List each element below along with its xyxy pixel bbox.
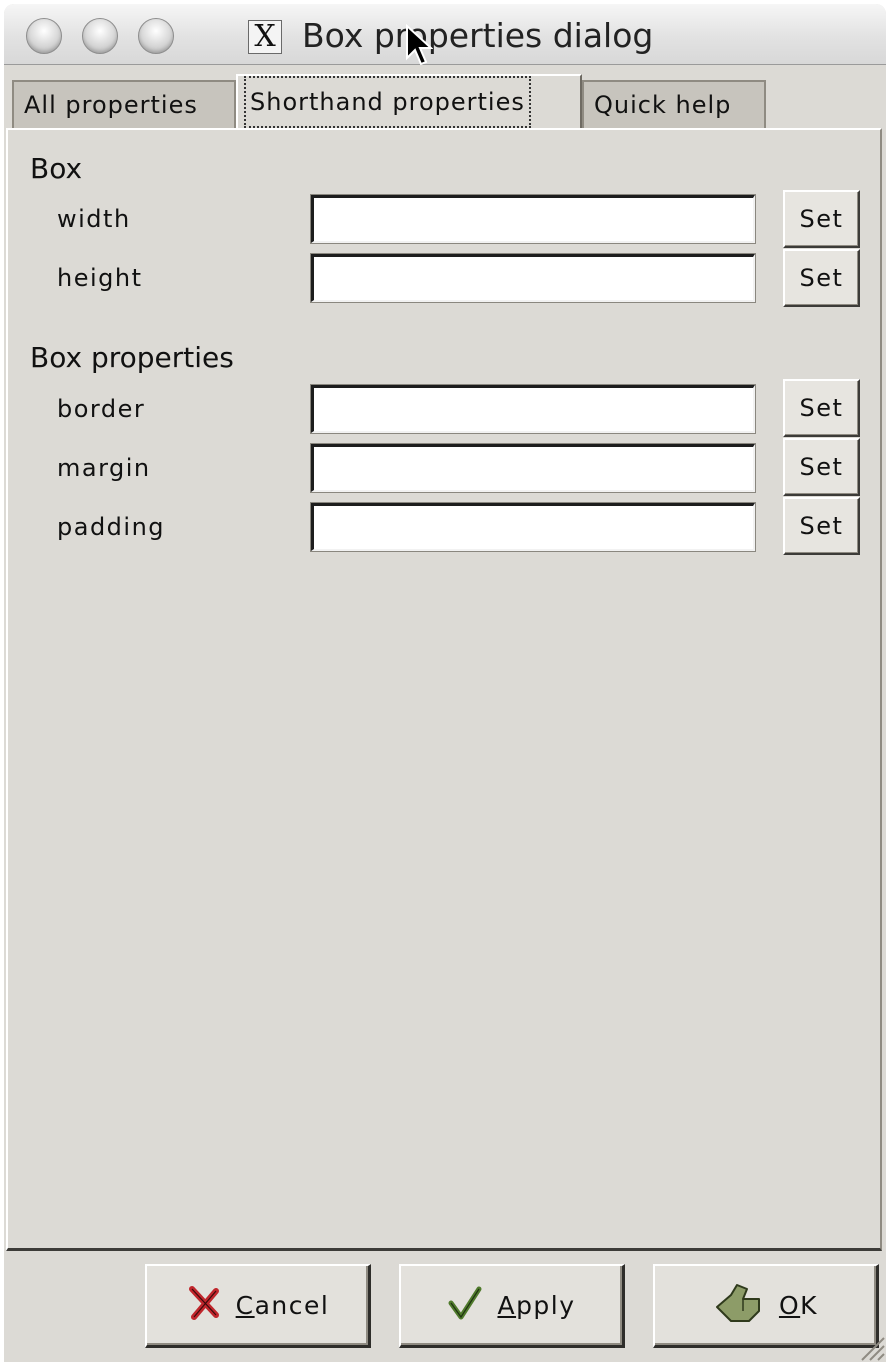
set-border-button[interactable]: Set bbox=[783, 379, 860, 437]
border-field[interactable] bbox=[310, 384, 756, 434]
mouse-pointer-icon bbox=[406, 24, 433, 66]
tab-strip: All properties Shorthand properties Quic… bbox=[4, 64, 886, 136]
close-window-button[interactable] bbox=[26, 18, 62, 54]
section-heading-box-properties: Box properties bbox=[30, 341, 234, 374]
tab-all-properties[interactable]: All properties bbox=[12, 80, 236, 128]
margin-label: margin bbox=[57, 454, 151, 482]
dialog-window: X Box properties dialog All properties S… bbox=[4, 4, 886, 1362]
set-margin-button[interactable]: Set bbox=[783, 438, 860, 496]
set-width-button[interactable]: Set bbox=[783, 190, 860, 248]
tab-label: Quick help bbox=[594, 91, 732, 119]
cancel-button[interactable]: Cancel bbox=[145, 1264, 371, 1348]
resize-grip-icon[interactable] bbox=[856, 1332, 886, 1362]
height-label: height bbox=[57, 264, 143, 292]
cancel-mnemonic: C bbox=[235, 1291, 255, 1320]
apply-label-rest: pply bbox=[516, 1291, 576, 1320]
tab-label: All properties bbox=[24, 91, 198, 119]
margin-field[interactable] bbox=[310, 443, 756, 493]
section-heading-box: Box bbox=[30, 152, 83, 185]
minimize-window-button[interactable] bbox=[82, 18, 118, 54]
border-label: border bbox=[57, 395, 146, 423]
cancel-label-rest: ancel bbox=[254, 1291, 330, 1320]
zoom-window-button[interactable] bbox=[138, 18, 174, 54]
x11-app-icon: X bbox=[248, 20, 282, 54]
width-label: width bbox=[57, 205, 131, 233]
window-title: Box properties dialog bbox=[302, 16, 654, 55]
ok-hand-icon bbox=[713, 1281, 765, 1331]
cancel-x-icon bbox=[186, 1285, 222, 1327]
ok-button[interactable]: OK bbox=[653, 1264, 879, 1348]
title-bar: X Box properties dialog bbox=[4, 4, 886, 66]
set-padding-button[interactable]: Set bbox=[783, 497, 860, 555]
height-field[interactable] bbox=[310, 253, 756, 303]
tab-quick-help[interactable]: Quick help bbox=[582, 80, 766, 128]
width-field[interactable] bbox=[310, 194, 756, 244]
apply-button[interactable]: Apply bbox=[399, 1264, 625, 1348]
ok-mnemonic: O bbox=[778, 1291, 801, 1320]
checkmark-icon bbox=[447, 1285, 483, 1327]
ok-label-rest: K bbox=[800, 1291, 819, 1320]
tab-shorthand-properties[interactable]: Shorthand properties bbox=[236, 74, 582, 130]
padding-label: padding bbox=[57, 513, 166, 541]
padding-field[interactable] bbox=[310, 502, 756, 552]
apply-mnemonic: A bbox=[497, 1291, 517, 1320]
tab-label: Shorthand properties bbox=[244, 76, 531, 128]
set-height-button[interactable]: Set bbox=[783, 249, 860, 307]
